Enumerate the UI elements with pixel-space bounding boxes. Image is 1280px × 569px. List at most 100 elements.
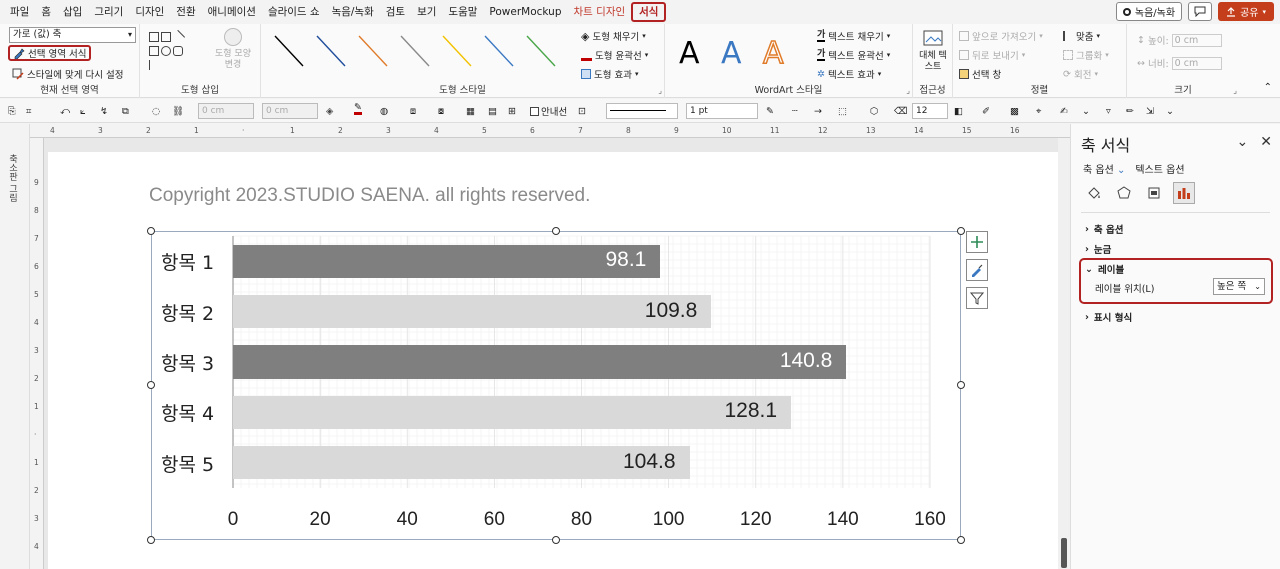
pointer-icon[interactable]: ⇲ [1146,103,1154,119]
shape-style-swatch[interactable] [400,35,430,67]
link-icon[interactable]: ⛓ [172,103,184,119]
section-axis-options[interactable]: › 축 옵션 [1085,222,1123,237]
chart-styles-button[interactable] [966,259,988,281]
paint-icon[interactable]: ✍ [1060,103,1068,119]
category-label[interactable]: 항목 1 [161,248,214,275]
text-direction-icon[interactable]: ↯ [100,103,108,119]
fill-line-tab[interactable] [1083,182,1105,204]
distribute-icon[interactable]: ⊞ [508,103,516,119]
tab-axis-options[interactable]: 축 옵션 ⌄ [1083,161,1125,176]
group-button[interactable]: 그룹화 ▾ [1063,47,1109,63]
width-field[interactable]: ↔ 너비: 0 cm [1137,55,1222,71]
data-label[interactable]: 98.1 [605,248,646,272]
data-label[interactable]: 128.1 [724,399,777,423]
shape-gallery[interactable] [148,29,196,74]
thumbnail-strip[interactable]: 축소판 그림 [0,124,30,569]
shape-style-swatch[interactable] [484,35,514,67]
data-bar[interactable] [233,345,847,379]
axis-options-tab[interactable] [1173,182,1195,204]
size-properties-tab[interactable] [1143,182,1165,204]
value-axis-tick-label[interactable]: 80 [571,509,592,531]
group-objects-icon[interactable]: ⧉ [122,103,129,119]
wordart-black[interactable]: A [679,36,700,71]
wordart-orange[interactable]: A [762,35,784,72]
shape-style-swatch[interactable] [274,35,304,67]
text-outline-button[interactable]: 가 텍스트 윤곽선 ▾ [817,47,890,63]
effects-tab[interactable] [1113,182,1135,204]
rotate-button[interactable]: ⟳ 회전 ▾ [1063,66,1098,82]
data-label[interactable]: 109.8 [645,299,698,323]
resize-handle-mr[interactable] [957,381,965,389]
more-options-icon[interactable]: ⌄ [1082,103,1090,119]
section-number[interactable]: › 표시 형식 [1085,310,1132,325]
tab-view[interactable]: 보기 [411,2,442,22]
record-button[interactable]: 녹음/녹화 [1115,2,1183,21]
text-highlight-icon[interactable]: ✐ [982,103,990,119]
resize-handle-bl[interactable] [147,536,155,544]
rotate-left-icon[interactable]: ⤺ [60,103,70,119]
chart-elements-button[interactable] [966,231,988,253]
eyedropper-icon[interactable]: ⌖ [1036,103,1041,119]
tab-review[interactable]: 검토 [380,2,411,22]
edit-shape-icon[interactable]: ⬡ [870,103,878,119]
tab-text-options[interactable]: 텍스트 옵션 [1135,161,1184,176]
shape-outline-button[interactable]: 도형 윤곽선 ▾ [581,47,648,63]
shape-fill-quick-icon[interactable]: ◧ [954,103,963,119]
copyright-text[interactable]: Copyright 2023.STUDIO SAENA. all rights … [149,185,590,207]
data-label[interactable]: 104.8 [623,450,676,474]
value-axis-tick-label[interactable]: 40 [397,509,418,531]
text-fill-button[interactable]: 가 텍스트 채우기 ▾ [817,28,890,44]
format-painter-icon[interactable]: ⎘ [8,103,16,119]
dialog-launcher-icon[interactable]: ⌟ [906,86,910,95]
resize-handle-tr[interactable] [957,227,965,235]
shape-style-swatch[interactable] [442,35,472,67]
category-label[interactable]: 항목 4 [161,399,214,426]
value-axis-tick-label[interactable]: 100 [653,509,685,531]
bring-to-front-icon[interactable]: ⧇ [438,103,444,119]
dialog-launcher-icon[interactable]: ⌟ [1233,86,1237,95]
tab-design[interactable]: 디자인 [129,2,170,22]
format-selection-button[interactable]: 선택 영역 서식 [8,45,92,61]
dialog-launcher-icon[interactable]: ⌟ [658,86,662,95]
chart-element-dropdown[interactable]: 가로 (값) 축 ▾ [9,27,136,43]
resize-handle-ml[interactable] [147,381,155,389]
change-shape-button[interactable]: 도형 모양 변경 [210,28,256,76]
tab-home[interactable]: 홈 [35,2,57,22]
data-bar[interactable] [233,294,712,329]
dash-icon[interactable]: ┄ [792,103,798,119]
align-objects-icon[interactable]: ▤ [488,103,497,119]
filter-icon[interactable]: ▿ [1106,103,1111,119]
shape-style-swatch[interactable] [316,35,346,67]
value-axis-tick-label[interactable]: 140 [827,509,859,531]
selection-pane-button[interactable]: 선택 창 [959,66,1001,82]
fill-color-icon[interactable]: ◈ [326,103,333,119]
bring-forward-button[interactable]: 앞으로 가져오기 ▾ [959,28,1043,44]
height-field[interactable]: ↕ 높이: 0 cm [1137,32,1222,48]
category-label[interactable]: 항목 3 [161,349,214,376]
chart-filters-button[interactable] [966,287,988,309]
data-bar[interactable] [233,446,690,480]
tab-animations[interactable]: 애니메이션 [202,2,262,22]
share-button[interactable]: 공유 ▾ [1218,2,1274,21]
chart[interactable]: 98.1 항목 1 109.8 항목 2 140.8 항목 3 128.1 항목 4 104.8… [151,231,961,540]
data-label[interactable]: 140.8 [780,349,833,373]
quick-height-field[interactable]: 0 cm [198,103,254,119]
tab-insert[interactable]: 삽입 [57,2,88,22]
snap-icon[interactable]: ⊡ [578,103,586,119]
tab-record[interactable]: 녹음/녹화 [326,2,380,22]
value-axis-tick-label[interactable]: 20 [310,509,331,531]
arrow-style-icon[interactable]: → [814,103,822,119]
slide[interactable]: Copyright 2023.STUDIO SAENA. all rights … [48,152,1058,569]
tab-chart-design[interactable]: 차트 디자인 [568,2,632,22]
shape-fill-button[interactable]: ◈ 도형 채우기 ▾ [581,28,646,44]
data-bar[interactable] [233,244,661,278]
tab-powermockup[interactable]: PowerMockup [483,2,567,22]
quick-width-field[interactable]: 0 cm [262,103,318,119]
tab-slideshow[interactable]: 슬라이드 쇼 [262,2,326,22]
scrollbar-thumb[interactable] [1061,538,1067,568]
collapse-ribbon-icon[interactable]: ⌃ [1264,82,1272,93]
tab-draw[interactable]: 그리기 [88,2,129,22]
brush-icon[interactable]: ✏ [1126,103,1134,119]
close-icon[interactable]: ✕ [1260,134,1272,150]
line-style-dropdown[interactable] [606,103,678,119]
